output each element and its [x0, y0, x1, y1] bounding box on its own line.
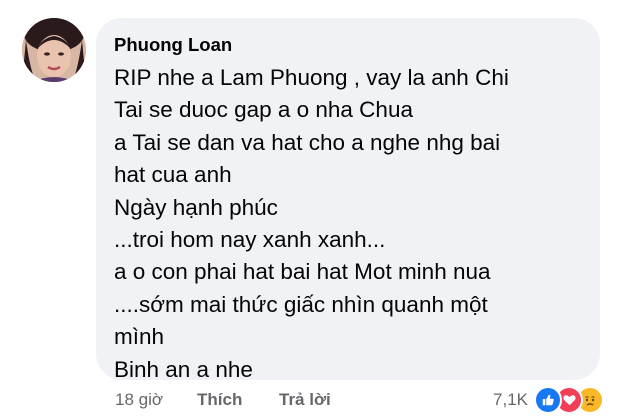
- avatar[interactable]: [22, 18, 86, 82]
- comment-line: a Tai se dan va hat cho a nghe nhg bai: [114, 129, 501, 155]
- comment-author[interactable]: Phuong Loan: [114, 34, 232, 56]
- comment-line: a o con phai hat bai hat Mot minh nua: [114, 259, 491, 285]
- comment-line: ....sớm mai thức giấc nhìn quanh một: [114, 291, 488, 317]
- comment-line: mình: [114, 324, 165, 350]
- comment-line: RIP nhe a Lam Phuong , vay la anh Chi: [114, 65, 509, 90]
- comment-line: Binh an a nhe: [114, 356, 253, 382]
- comment-line: Ngày hạnh phúc: [114, 194, 278, 220]
- comment-line: Tai se duoc gap a o nha Chua: [114, 97, 413, 123]
- like-button[interactable]: Thích: [197, 390, 242, 410]
- reaction-summary[interactable]: 7,1K: [493, 386, 604, 414]
- comment-timestamp[interactable]: 18 giờ: [115, 390, 163, 410]
- comment-bubble: Phuong Loan RIP nhe a Lam Phuong , vay l…: [96, 18, 600, 382]
- reaction-icons: [534, 386, 604, 414]
- like-reaction-icon: [534, 386, 562, 414]
- comment-line: hat cua anh: [114, 162, 232, 188]
- comment-text: RIP nhe a Lam Phuong , vay la anh Chi Ta…: [114, 62, 584, 386]
- reaction-count: 7,1K: [493, 390, 528, 409]
- reply-button[interactable]: Trả lời: [279, 390, 331, 410]
- comment-line: ...troi hom nay xanh xanh...: [114, 227, 386, 253]
